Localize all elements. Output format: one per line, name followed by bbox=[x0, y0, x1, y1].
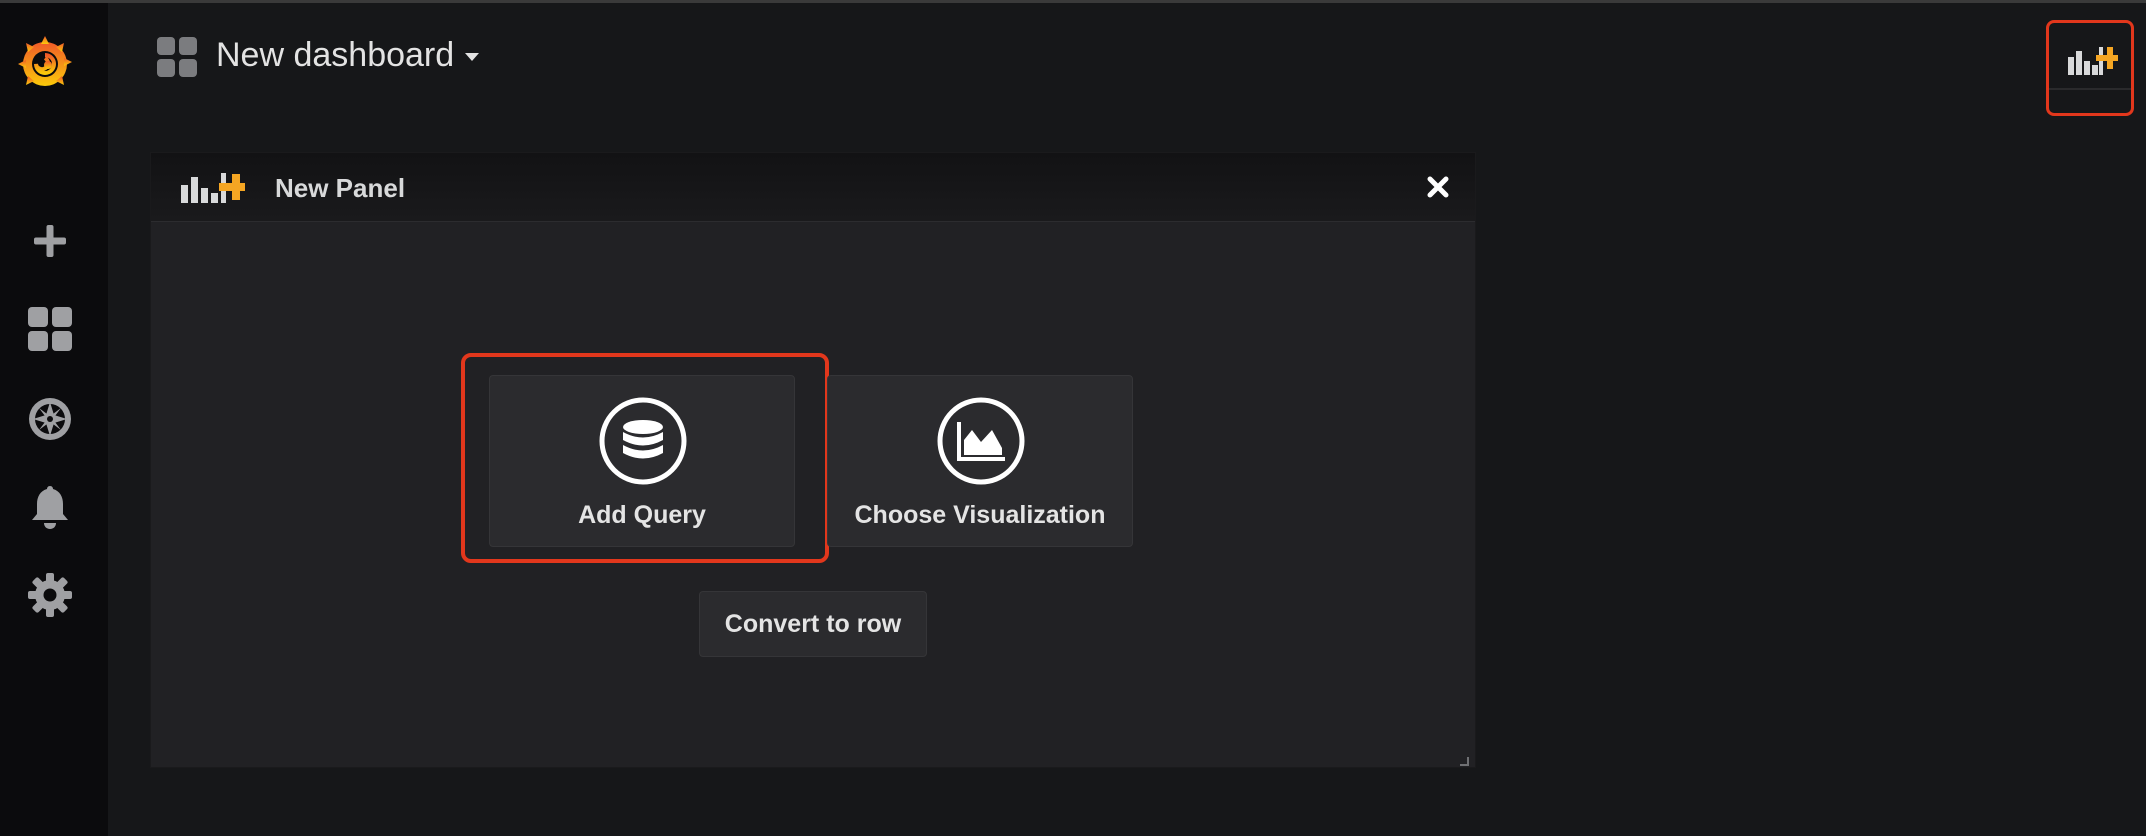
bell-icon bbox=[32, 486, 68, 529]
grafana-logo-icon[interactable] bbox=[14, 31, 76, 93]
sidebar-item-alerting[interactable] bbox=[22, 479, 78, 535]
grafana-window: New dashboard New Panel Add Query Choose… bbox=[0, 0, 2146, 836]
sidebar bbox=[0, 3, 108, 836]
grid-icon bbox=[28, 307, 72, 351]
close-icon bbox=[1427, 176, 1449, 198]
top-border bbox=[0, 0, 2146, 3]
add-panel-highlight bbox=[2046, 20, 2134, 116]
gear-icon bbox=[28, 573, 72, 617]
compass-icon bbox=[29, 398, 71, 440]
choose-visualization-label: Choose Visualization bbox=[854, 501, 1106, 529]
add-panel-icon bbox=[2068, 47, 2118, 75]
choose-visualization-button[interactable]: Choose Visualization bbox=[827, 375, 1133, 547]
toolbar-divider bbox=[2049, 88, 2131, 90]
dashboard-title-dropdown[interactable]: New dashboard bbox=[216, 30, 480, 80]
sidebar-item-create[interactable] bbox=[22, 213, 78, 269]
panel-header: New Panel bbox=[151, 153, 1475, 222]
add-panel-icon bbox=[179, 171, 245, 205]
sidebar-item-dashboards[interactable] bbox=[22, 301, 78, 357]
sidebar-item-explore[interactable] bbox=[22, 391, 78, 447]
close-button[interactable] bbox=[1423, 172, 1453, 202]
sidebar-item-configuration[interactable] bbox=[22, 567, 78, 623]
area-chart-icon bbox=[937, 397, 1025, 485]
new-panel: New Panel Add Query Choose Visualization… bbox=[150, 152, 1476, 768]
dashboard-grid-icon bbox=[156, 36, 198, 78]
add-query-button[interactable]: Add Query bbox=[489, 375, 795, 547]
caret-down-icon bbox=[465, 53, 480, 61]
plus-icon bbox=[34, 225, 66, 257]
database-icon bbox=[599, 397, 687, 485]
add-panel-button[interactable] bbox=[2063, 39, 2121, 83]
add-query-label: Add Query bbox=[578, 501, 706, 529]
resize-handle-icon[interactable] bbox=[1459, 753, 1469, 766]
convert-to-row-button[interactable]: Convert to row bbox=[699, 591, 927, 657]
dashboard-title: New dashboard bbox=[216, 36, 455, 74]
panel-title: New Panel bbox=[275, 173, 406, 203]
